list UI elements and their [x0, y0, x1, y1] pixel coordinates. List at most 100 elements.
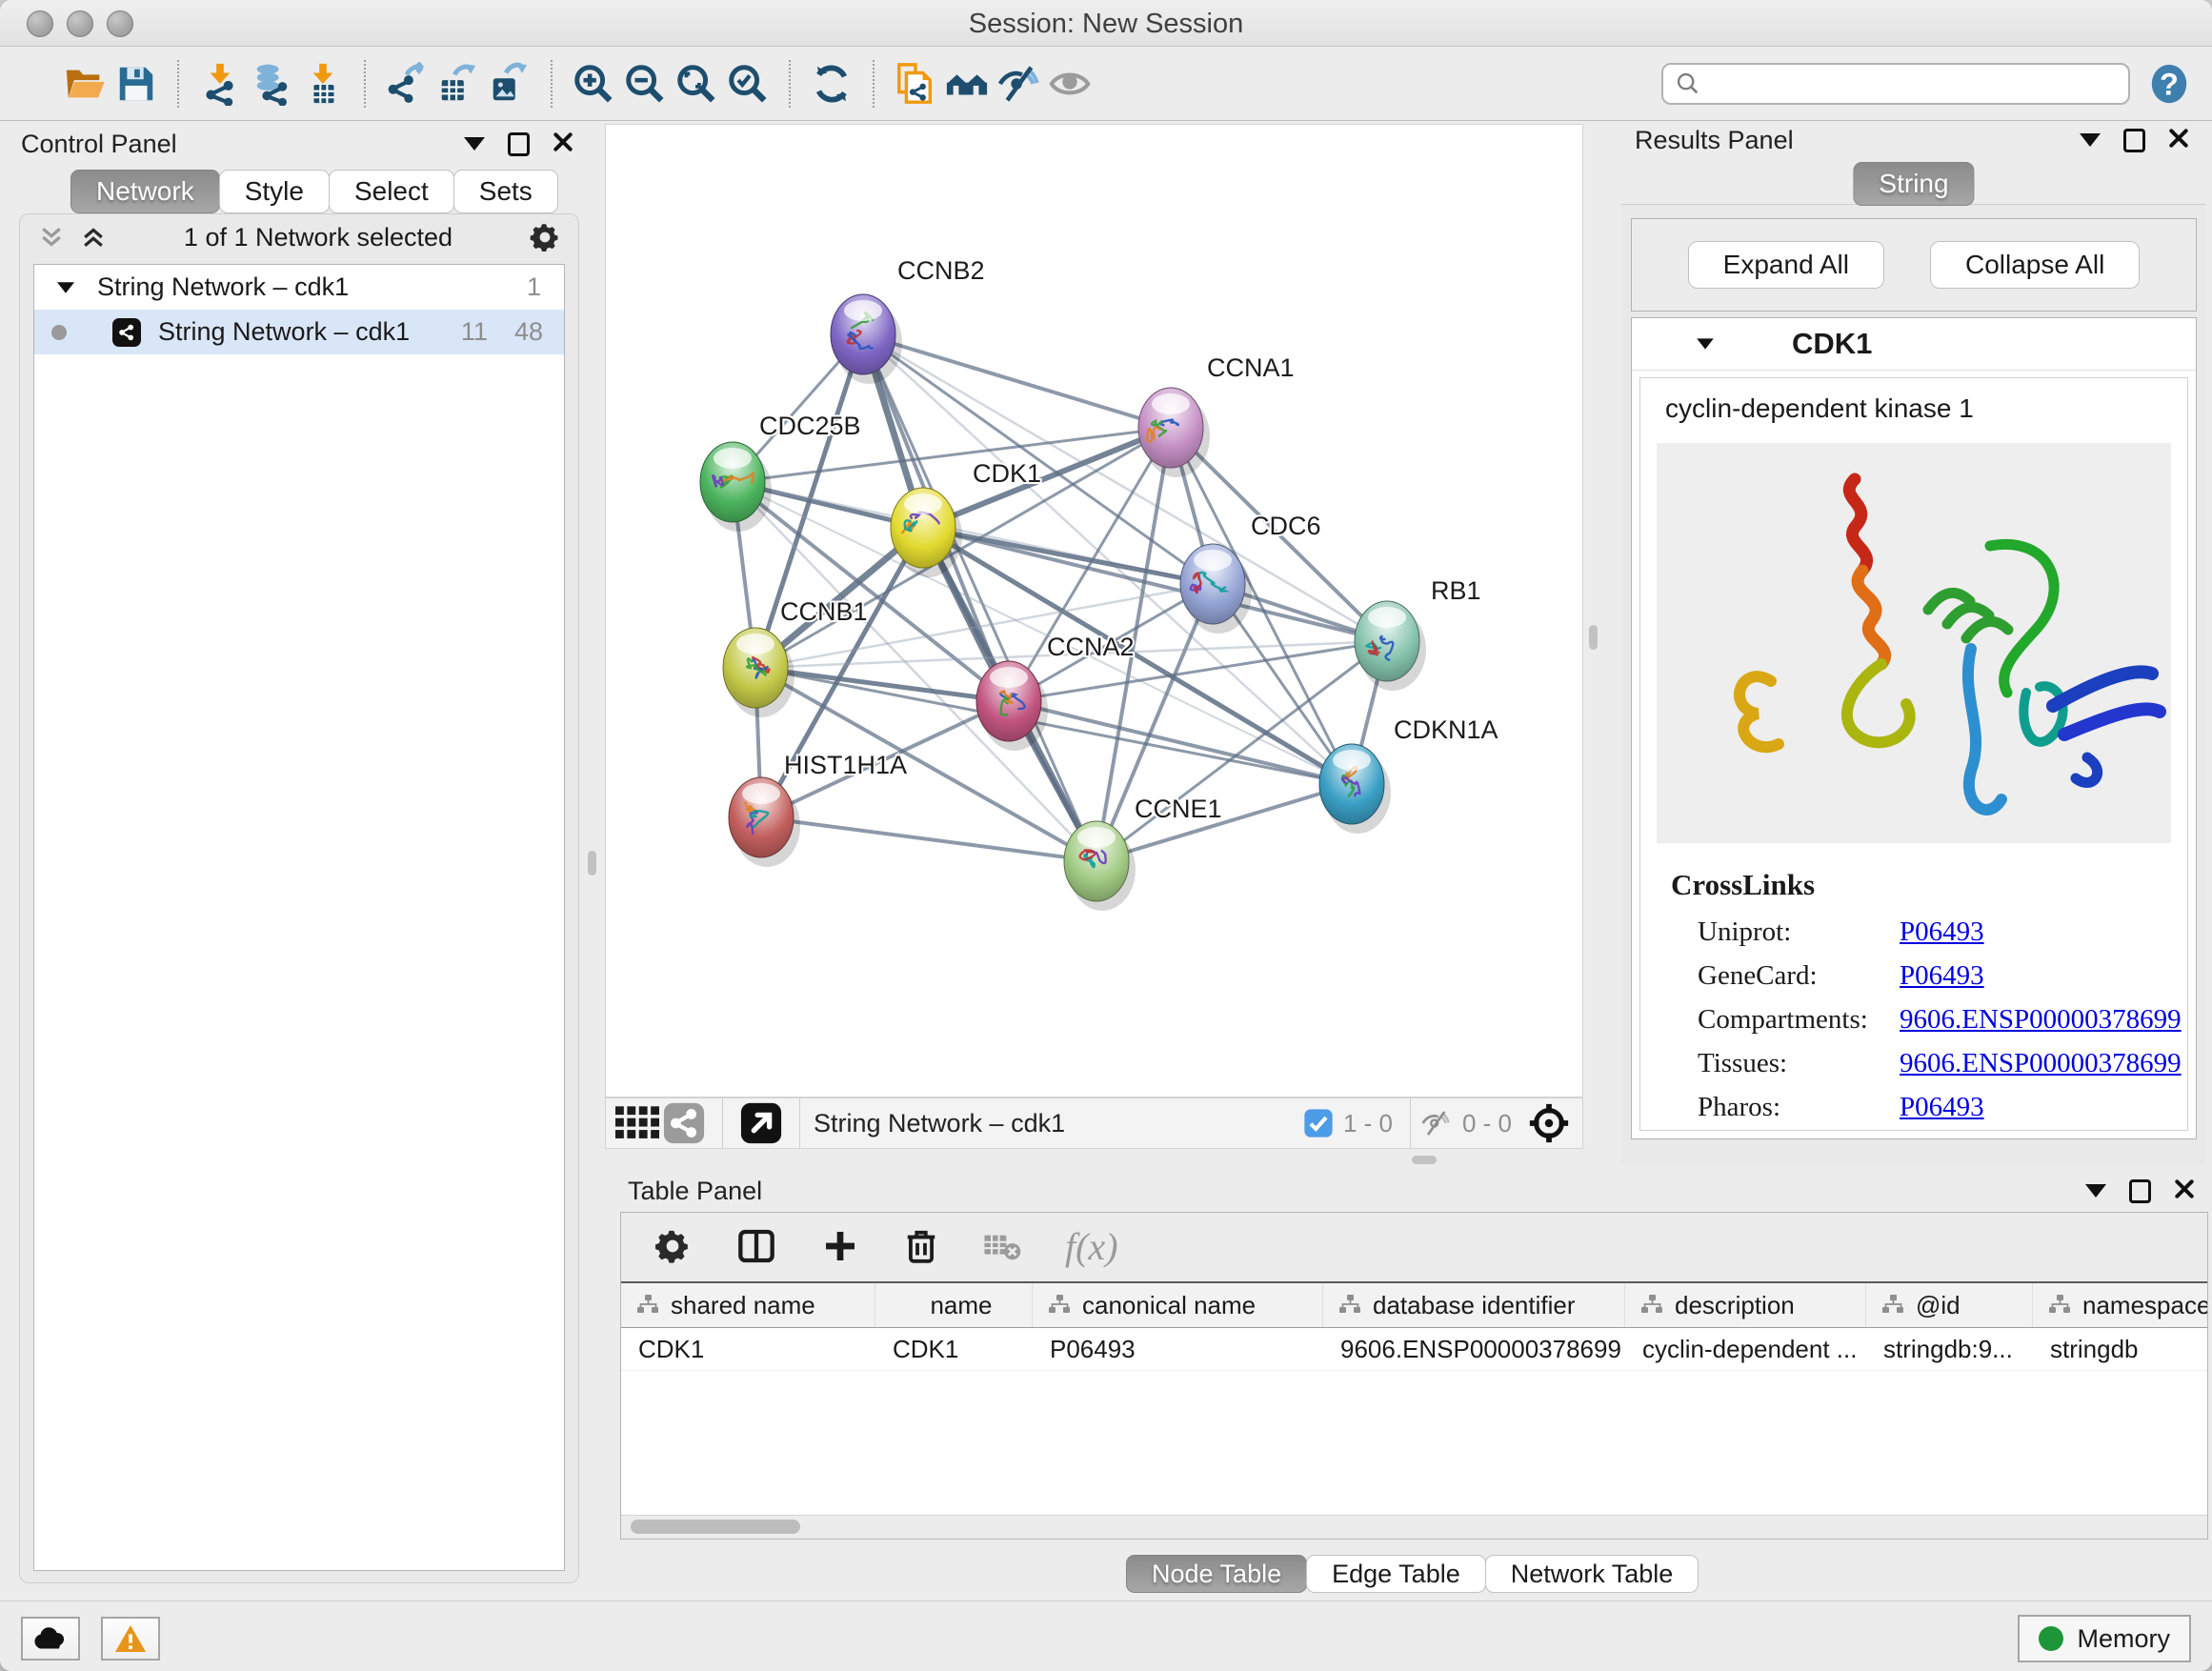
- column-header[interactable]: namespace: [2033, 1283, 2207, 1327]
- search-box[interactable]: [1661, 63, 2130, 105]
- bottom-splitter-handle[interactable]: [1412, 1156, 1437, 1164]
- close-panel-icon[interactable]: [2174, 1178, 2195, 1204]
- network-node-ccna1[interactable]: CCNA1: [1138, 353, 1295, 477]
- float-menu-icon[interactable]: [464, 137, 485, 151]
- network-node-cdc6[interactable]: CDC6: [1180, 512, 1321, 634]
- gear-icon[interactable]: [529, 221, 561, 253]
- hidden-eye-icon: [1418, 1108, 1453, 1138]
- close-panel-icon[interactable]: [2168, 128, 2189, 153]
- crosslinks-section: CrossLinks Uniprot:P06493 GeneCard:P0649…: [1640, 868, 2187, 1129]
- collapse-all-icon[interactable]: [37, 223, 66, 252]
- collapse-all-button[interactable]: Collapse All: [1930, 241, 2140, 289]
- zoom-selected-button[interactable]: [722, 58, 774, 110]
- column-header[interactable]: @id: [1866, 1283, 2033, 1327]
- warning-status-button[interactable]: [101, 1617, 160, 1661]
- uniprot-link[interactable]: P06493: [1900, 916, 1984, 948]
- close-panel-icon[interactable]: [553, 131, 573, 157]
- pharos-link[interactable]: P06493: [1900, 1092, 1984, 1123]
- float-panel-icon[interactable]: [2123, 129, 2145, 152]
- import-network-database-button[interactable]: [246, 58, 297, 110]
- home-button[interactable]: [941, 58, 993, 110]
- genecard-link[interactable]: P06493: [1900, 960, 1984, 992]
- network-edge[interactable]: [863, 334, 1096, 861]
- zoom-out-button[interactable]: [619, 58, 671, 110]
- gear-icon[interactable]: [654, 1227, 692, 1265]
- birdseye-view-button[interactable]: [615, 1097, 659, 1149]
- zoom-in-button[interactable]: [568, 58, 619, 110]
- cloud-status-button[interactable]: [21, 1617, 80, 1661]
- tab-edge-table[interactable]: Edge Table: [1306, 1555, 1486, 1593]
- tab-string[interactable]: String: [1853, 162, 1974, 206]
- tab-network-table[interactable]: Network Table: [1485, 1555, 1699, 1593]
- search-input[interactable]: [1701, 68, 2117, 99]
- float-panel-icon[interactable]: [2129, 1179, 2151, 1203]
- network-edge-count: 48: [514, 317, 543, 347]
- tab-style[interactable]: Style: [219, 170, 330, 213]
- table-toolbar: f(x): [621, 1213, 2207, 1279]
- float-panel-icon[interactable]: [508, 132, 530, 156]
- left-splitter-handle[interactable]: [588, 851, 596, 876]
- column-header[interactable]: database identifier: [1323, 1283, 1625, 1327]
- selected-checkbox-icon[interactable]: [1303, 1108, 1334, 1138]
- export-table-button[interactable]: [432, 58, 484, 110]
- network-node-cdkn1a[interactable]: CDKN1A: [1319, 715, 1498, 834]
- network-node-cdk1[interactable]: CDK1: [891, 459, 1041, 577]
- network-collection-row[interactable]: String Network – cdk1 1: [34, 265, 564, 310]
- tab-network[interactable]: Network: [70, 170, 220, 213]
- function-builder-icon: f(x): [1065, 1224, 1118, 1269]
- column-header[interactable]: shared name: [621, 1283, 875, 1327]
- table-row[interactable]: CDK1 CDK1 P06493 9606.ENSP00000378699 cy…: [621, 1328, 2207, 1371]
- network-node-ccne1[interactable]: CCNE1: [1064, 795, 1222, 911]
- right-splitter-handle[interactable]: [1589, 625, 1598, 650]
- float-menu-icon[interactable]: [2085, 1184, 2106, 1198]
- refresh-button[interactable]: [806, 58, 857, 110]
- collapse-section-icon[interactable]: [1697, 338, 1714, 349]
- compartments-link[interactable]: 9606.ENSP00000378699: [1900, 1004, 2182, 1036]
- float-menu-icon[interactable]: [2080, 133, 2101, 147]
- network-edge[interactable]: [761, 817, 1096, 861]
- column-header[interactable]: canonical name: [1033, 1283, 1323, 1327]
- network-node-hist1h1a[interactable]: HIST1H1A: [729, 751, 907, 867]
- horizontal-scrollbar[interactable]: [621, 1515, 2207, 1539]
- tissues-link[interactable]: 9606.ENSP00000378699: [1900, 1048, 2182, 1079]
- help-button[interactable]: ?: [2143, 58, 2195, 110]
- network-row-selected[interactable]: String Network – cdk1 11 48: [34, 310, 564, 354]
- delete-column-icon[interactable]: [903, 1227, 939, 1265]
- crosslink-row: Uniprot:P06493: [1640, 910, 2187, 954]
- network-edge[interactable]: [863, 334, 1387, 641]
- network-node-cdc25b[interactable]: CDC25B: [700, 412, 861, 532]
- delete-table-icon-disabled: [983, 1230, 1021, 1262]
- fit-selected-button[interactable]: [1521, 1097, 1577, 1149]
- crosshair-icon: [1527, 1101, 1571, 1145]
- save-session-button[interactable]: [111, 58, 162, 110]
- export-image-button[interactable]: [484, 58, 535, 110]
- network-graph[interactable]: CCNB2CCNA1CDC25BCDK1CDC6RB1CCNB1CCNA2CDK…: [606, 125, 1582, 1097]
- scrollbar-thumb[interactable]: [631, 1520, 800, 1534]
- add-column-icon[interactable]: [821, 1227, 859, 1265]
- memory-button[interactable]: Memory: [2018, 1615, 2191, 1662]
- show-hide-panels-button[interactable]: [993, 58, 1044, 110]
- expand-all-button[interactable]: Expand All: [1688, 241, 1884, 289]
- collection-expander-icon[interactable]: [57, 282, 74, 292]
- open-in-new-window-button[interactable]: [736, 1097, 786, 1149]
- export-network-button[interactable]: [381, 58, 432, 110]
- network-node-rb1[interactable]: RB1: [1355, 576, 1481, 691]
- expand-all-icon[interactable]: [79, 223, 108, 252]
- tab-sets[interactable]: Sets: [453, 170, 558, 213]
- show-columns-icon[interactable]: [735, 1227, 777, 1265]
- import-network-file-button[interactable]: [194, 58, 246, 110]
- open-session-button[interactable]: [59, 58, 111, 110]
- column-header[interactable]: description: [1625, 1283, 1866, 1327]
- zoom-fit-button[interactable]: [671, 58, 722, 110]
- network-edge[interactable]: [863, 334, 1171, 428]
- network-node-ccnb1[interactable]: CCNB1: [723, 597, 868, 717]
- network-node-ccna2[interactable]: CCNA2: [976, 633, 1135, 751]
- column-header[interactable]: name: [875, 1283, 1033, 1327]
- network-canvas[interactable]: CCNB2CCNA1CDC25BCDK1CDC6RB1CCNB1CCNA2CDK…: [605, 124, 1583, 1097]
- network-share-button[interactable]: [659, 1097, 709, 1149]
- tab-select[interactable]: Select: [329, 170, 454, 213]
- tab-node-table[interactable]: Node Table: [1126, 1555, 1307, 1593]
- network-edge[interactable]: [1009, 701, 1352, 784]
- clone-network-button[interactable]: [890, 58, 941, 110]
- import-table-button[interactable]: [297, 58, 349, 110]
